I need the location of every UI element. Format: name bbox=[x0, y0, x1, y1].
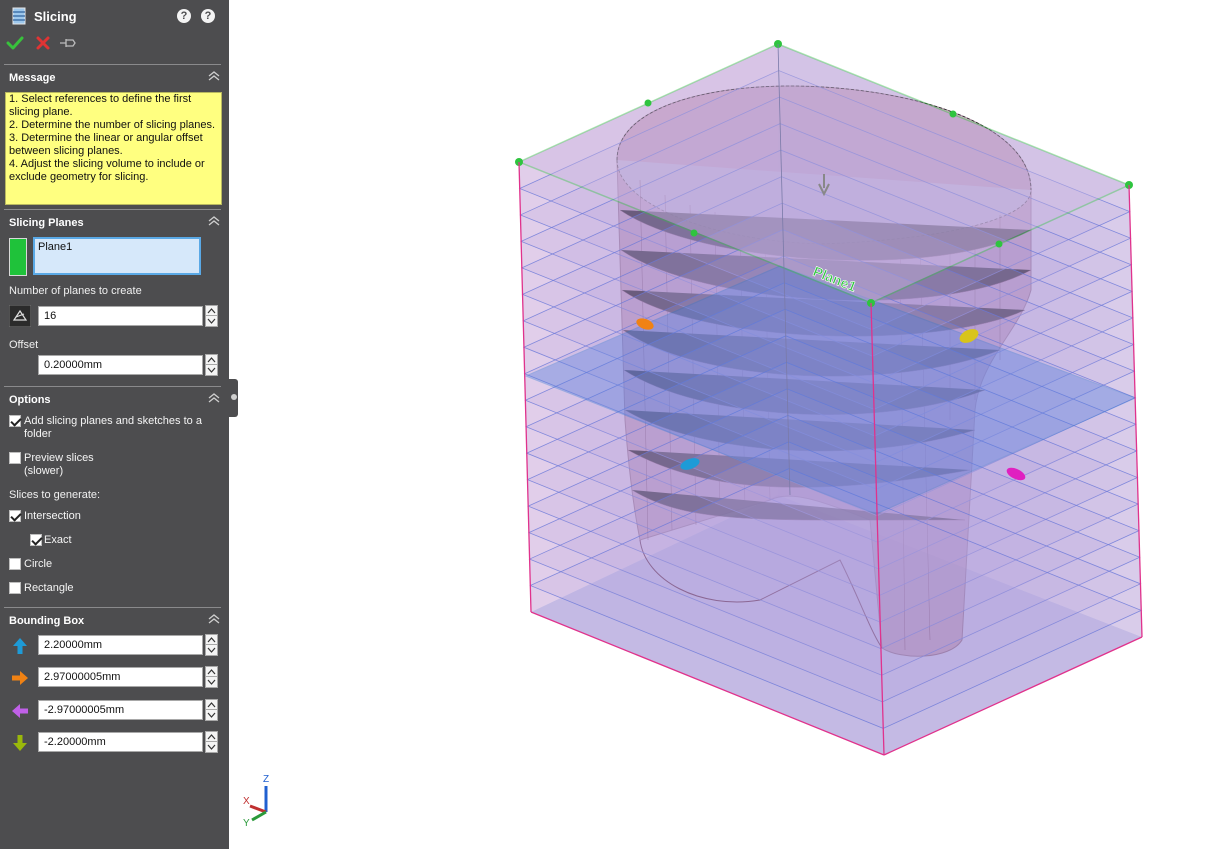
offset-input[interactable] bbox=[38, 355, 203, 375]
bbox-up-spinner[interactable] bbox=[205, 634, 218, 656]
help-icon[interactable]: ? bbox=[201, 9, 215, 23]
spinner-down-icon[interactable] bbox=[206, 316, 217, 326]
planes-count-icon bbox=[9, 305, 31, 327]
intersection-checkbox[interactable] bbox=[9, 510, 21, 522]
message-line-4: 4. Adjust the slicing volume to include … bbox=[9, 158, 208, 183]
exact-checkbox[interactable] bbox=[30, 534, 42, 546]
bbox-left-input[interactable] bbox=[38, 700, 203, 720]
spinner-up-icon[interactable] bbox=[206, 700, 217, 710]
slices-to-generate-label: Slices to generate: bbox=[9, 489, 101, 501]
slicing-planes-header: Slicing Planes bbox=[9, 217, 84, 229]
collapse-chevron-icon[interactable] bbox=[208, 216, 220, 226]
triad-z-label: Z bbox=[263, 774, 269, 785]
plane-selection-item[interactable]: Plane1 bbox=[38, 241, 72, 253]
property-manager-panel: Slicing ? ? Message 1. Select references… bbox=[0, 0, 229, 849]
add-to-folder-label[interactable]: Add slicing planes and sketches to a fol… bbox=[24, 415, 214, 441]
collapse-chevron-icon[interactable] bbox=[208, 393, 220, 403]
plane-selection-box[interactable]: Plane1 bbox=[33, 237, 201, 275]
spinner-down-icon[interactable] bbox=[206, 710, 217, 720]
message-box: 1. Select references to define the first… bbox=[5, 92, 222, 205]
panel-collapse-tab[interactable] bbox=[229, 379, 238, 417]
plane-handle[interactable] bbox=[644, 99, 652, 107]
graphics-viewport[interactable]: Plane1 Z X Y bbox=[238, 0, 1215, 849]
spinner-down-icon[interactable] bbox=[206, 742, 217, 752]
rectangle-label[interactable]: Rectangle bbox=[24, 582, 74, 595]
arrow-right-icon bbox=[12, 671, 28, 685]
intersection-label[interactable]: Intersection bbox=[24, 510, 81, 523]
help-dynamic-icon[interactable]: ? bbox=[177, 9, 191, 23]
number-of-planes-spinner[interactable] bbox=[205, 305, 218, 327]
coordinate-triad: Z X Y bbox=[243, 774, 269, 829]
spinner-down-icon[interactable] bbox=[206, 645, 217, 655]
cancel-x-icon[interactable] bbox=[35, 35, 51, 51]
plane-handle[interactable] bbox=[949, 110, 957, 118]
arrow-up-icon bbox=[13, 638, 27, 654]
panel-title-bar: Slicing ? ? bbox=[0, 0, 229, 32]
arrow-left-icon bbox=[12, 704, 28, 718]
message-line-1: 1. Select references to define the first… bbox=[9, 93, 195, 118]
spinner-up-icon[interactable] bbox=[206, 667, 217, 677]
plane-handle[interactable] bbox=[995, 240, 1003, 248]
slicing-icon bbox=[12, 7, 26, 25]
bbox-down-input[interactable] bbox=[38, 732, 203, 752]
bbox-left-spinner[interactable] bbox=[205, 699, 218, 721]
pin-icon[interactable] bbox=[58, 35, 78, 51]
add-to-folder-checkbox[interactable] bbox=[9, 415, 21, 427]
arrow-down-icon bbox=[13, 735, 27, 751]
options-header: Options bbox=[9, 394, 51, 406]
offset-spinner[interactable] bbox=[205, 354, 218, 376]
number-of-planes-input[interactable] bbox=[38, 306, 203, 326]
ok-check-icon[interactable] bbox=[6, 35, 24, 51]
spinner-up-icon[interactable] bbox=[206, 306, 217, 316]
slicing-planes-section: Slicing Planes bbox=[0, 209, 229, 229]
bbox-up-input[interactable] bbox=[38, 635, 203, 655]
spinner-up-icon[interactable] bbox=[206, 635, 217, 645]
rectangle-checkbox[interactable] bbox=[9, 582, 21, 594]
preview-slices-label[interactable]: Preview slices (slower) bbox=[24, 452, 104, 478]
circle-label[interactable]: Circle bbox=[24, 558, 52, 571]
offset-label: Offset bbox=[9, 339, 39, 351]
panel-title: Slicing bbox=[34, 9, 77, 24]
bbox-right-input[interactable] bbox=[38, 667, 203, 687]
triad-y-label: Y bbox=[243, 818, 250, 829]
number-of-planes-label: Number of planes to create bbox=[9, 285, 142, 297]
spinner-down-icon[interactable] bbox=[206, 365, 217, 375]
spinner-up-icon[interactable] bbox=[206, 355, 217, 365]
spinner-up-icon[interactable] bbox=[206, 732, 217, 742]
options-section: Options bbox=[0, 386, 229, 406]
message-header: Message bbox=[9, 72, 56, 84]
collapse-chevron-icon[interactable] bbox=[208, 614, 220, 624]
bbox-right-spinner[interactable] bbox=[205, 666, 218, 688]
spinner-down-icon[interactable] bbox=[206, 677, 217, 687]
preview-slices-checkbox[interactable] bbox=[9, 452, 21, 464]
model-scene[interactable]: Plane1 Z X Y bbox=[238, 0, 1215, 849]
bbox-down-spinner[interactable] bbox=[205, 731, 218, 753]
bounding-box-section: Bounding Box bbox=[0, 607, 229, 627]
circle-checkbox[interactable] bbox=[9, 558, 21, 570]
bounding-box-header: Bounding Box bbox=[9, 615, 85, 627]
exact-label[interactable]: Exact bbox=[44, 534, 72, 547]
message-line-2: 2. Determine the number of slicing plane… bbox=[9, 119, 216, 131]
plane-handle[interactable] bbox=[690, 229, 698, 237]
collapse-chevron-icon[interactable] bbox=[208, 71, 220, 81]
triad-x-label: X bbox=[243, 796, 250, 807]
message-line-3: 3. Determine the linear or angular offse… bbox=[9, 132, 206, 157]
plane-color-swatch bbox=[9, 238, 27, 276]
